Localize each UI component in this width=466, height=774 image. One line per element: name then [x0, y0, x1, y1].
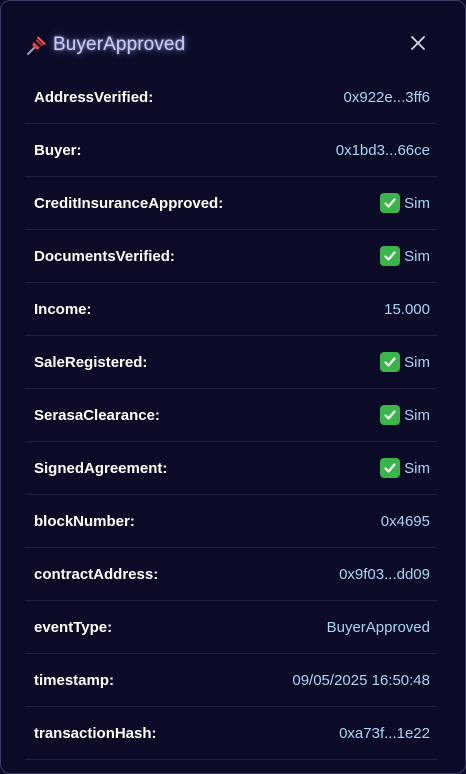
- detail-label: transactionHash:: [34, 724, 157, 742]
- check-mark-icon: [380, 405, 401, 425]
- detail-row-buyer: Buyer: 0x1bd3...66ce: [25, 124, 437, 177]
- close-icon[interactable]: [409, 34, 427, 52]
- detail-value: 09/05/2025 16:50:48: [292, 671, 430, 689]
- event-details-panel: BuyerApproved AddressVerified: 0x922e...…: [0, 0, 466, 774]
- detail-value: Sim: [380, 246, 430, 266]
- detail-row-timestamp: timestamp: 09/05/2025 16:50:48: [25, 654, 437, 707]
- detail-value: 15.000: [384, 300, 430, 318]
- detail-label: AddressVerified:: [34, 88, 154, 106]
- detail-value: 0x9f03...dd09: [339, 565, 430, 583]
- details-list: AddressVerified: 0x922e...3ff6 Buyer: 0x…: [25, 71, 437, 760]
- detail-value: BuyerApproved: [326, 618, 430, 636]
- detail-value: 0x4695: [380, 512, 430, 530]
- detail-label: Buyer:: [34, 141, 82, 159]
- detail-row-transaction-hash: transactionHash: 0xa73f...1e22: [25, 707, 437, 760]
- detail-label: eventType:: [34, 618, 113, 636]
- detail-label: Income:: [34, 300, 92, 318]
- detail-value: Sim: [380, 352, 430, 372]
- pushpin-icon: [25, 33, 49, 57]
- detail-row-serasa-clearance: SerasaClearance: Sim: [25, 389, 437, 442]
- detail-label: DocumentsVerified:: [34, 247, 175, 265]
- detail-value: Sim: [380, 405, 430, 425]
- panel-title: BuyerApproved: [53, 34, 186, 55]
- detail-value: 0x922e...3ff6: [343, 88, 430, 106]
- detail-label: blockNumber:: [34, 512, 135, 530]
- detail-row-signed-agreement: SignedAgreement: Sim: [25, 442, 437, 495]
- detail-value: 0xa73f...1e22: [339, 724, 430, 742]
- check-mark-icon: [380, 458, 401, 478]
- detail-label: SignedAgreement:: [34, 459, 168, 477]
- check-mark-icon: [380, 246, 401, 266]
- detail-label: SaleRegistered:: [34, 353, 148, 371]
- detail-label: CreditInsuranceApproved:: [34, 194, 224, 212]
- detail-row-contract-address: contractAddress: 0x9f03...dd09: [25, 548, 437, 601]
- check-mark-icon: [380, 352, 401, 372]
- detail-row-sale-registered: SaleRegistered: Sim: [25, 336, 437, 389]
- detail-label: timestamp:: [34, 671, 115, 689]
- detail-value: Sim: [380, 458, 430, 478]
- detail-row-event-type: eventType: BuyerApproved: [25, 601, 437, 654]
- panel-header: BuyerApproved: [25, 31, 185, 59]
- detail-row-address-verified: AddressVerified: 0x922e...3ff6: [25, 71, 437, 124]
- detail-value: 0x1bd3...66ce: [335, 141, 430, 159]
- detail-row-credit-insurance-approved: CreditInsuranceApproved: Sim: [25, 177, 437, 230]
- detail-label: contractAddress:: [34, 565, 159, 583]
- detail-row-documents-verified: DocumentsVerified: Sim: [25, 230, 437, 283]
- detail-row-block-number: blockNumber: 0x4695: [25, 495, 437, 548]
- check-mark-icon: [380, 193, 401, 213]
- detail-value: Sim: [380, 193, 430, 213]
- detail-row-income: Income: 15.000: [25, 283, 437, 336]
- detail-label: SerasaClearance:: [34, 406, 160, 424]
